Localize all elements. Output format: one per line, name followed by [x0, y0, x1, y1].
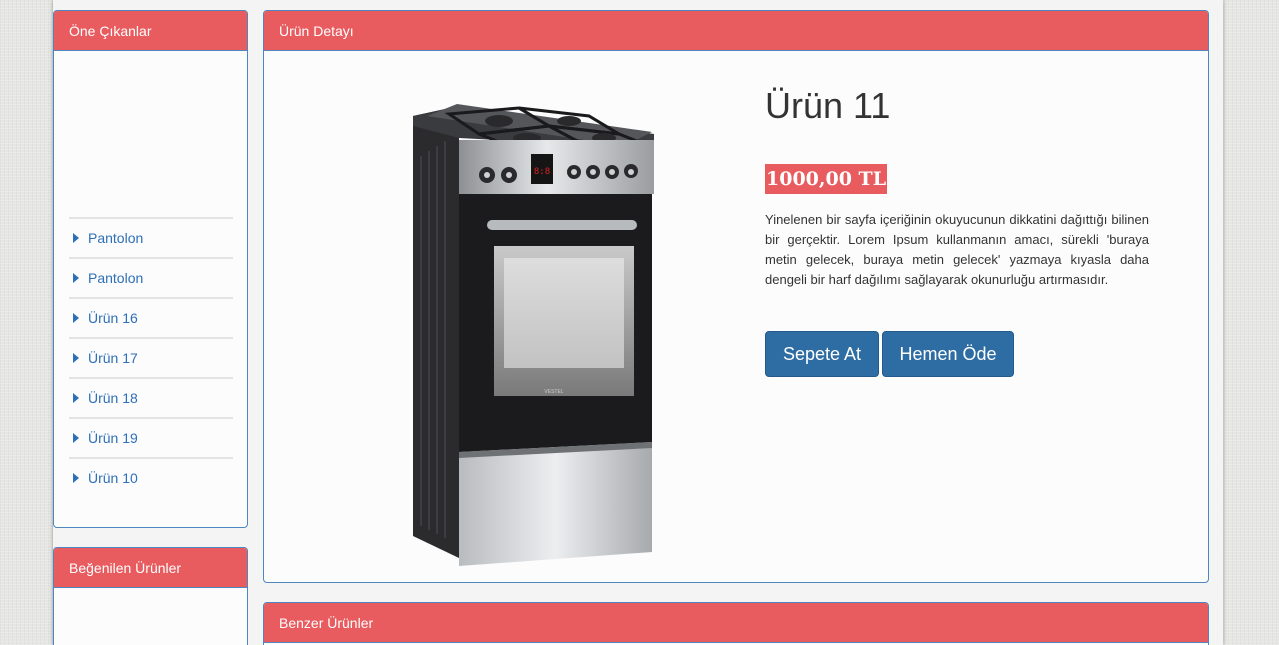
featured-item[interactable]: Ürün 16: [69, 297, 233, 337]
featured-item[interactable]: Pantolon: [69, 257, 233, 297]
featured-item[interactable]: Ürün 19: [69, 417, 233, 457]
buy-now-button[interactable]: Hemen Öde: [882, 331, 1014, 377]
featured-panel-title: Öne Çıkanlar: [54, 11, 247, 51]
caret-right-icon: [73, 353, 79, 363]
featured-item-link[interactable]: Ürün 10: [88, 470, 138, 486]
featured-panel: Öne Çıkanlar Pantolon Pantolon Ürün 16 Ü…: [53, 10, 248, 528]
product-description: Yinelenen bir sayfa içeriğinin okuyucunu…: [765, 212, 1149, 287]
featured-item-link[interactable]: Ürün 16: [88, 310, 138, 326]
similar-products-panel: Benzer Ürünler: [263, 602, 1209, 645]
caret-right-icon: [73, 273, 79, 283]
brand-logo: VESTEL: [544, 389, 563, 395]
featured-item-link[interactable]: Pantolon: [88, 230, 143, 246]
caret-right-icon: [73, 233, 79, 243]
similar-products-title: Benzer Ürünler: [264, 603, 1208, 643]
featured-item[interactable]: Ürün 10: [69, 457, 233, 497]
liked-panel-title: Beğenilen Ürünler: [54, 548, 247, 588]
featured-item[interactable]: Ürün 18: [69, 377, 233, 417]
featured-item-link[interactable]: Ürün 17: [88, 350, 138, 366]
product-detail-panel: Ürün Detayı 8:8 VESTEL Ürün 11 1000,00 T…: [263, 10, 1209, 583]
caret-right-icon: [73, 473, 79, 483]
featured-item-link[interactable]: Ürün 19: [88, 430, 138, 446]
add-to-cart-button[interactable]: Sepete At: [765, 331, 879, 377]
caret-right-icon: [73, 433, 79, 443]
display-readout: 8:8: [534, 167, 550, 177]
featured-item-link[interactable]: Ürün 18: [88, 390, 138, 406]
product-image: 8:8 VESTEL: [413, 104, 654, 566]
product-detail-title: Ürün Detayı: [264, 11, 1208, 51]
featured-item-link[interactable]: Pantolon: [88, 270, 143, 286]
product-price: 1000,00 TL: [765, 164, 888, 194]
caret-right-icon: [73, 313, 79, 323]
liked-panel: Beğenilen Ürünler: [53, 547, 248, 645]
featured-item[interactable]: Pantolon: [69, 217, 233, 257]
featured-item[interactable]: Ürün 17: [69, 337, 233, 377]
featured-list: Pantolon Pantolon Ürün 16 Ürün 17 Ürün 1…: [69, 217, 233, 497]
caret-right-icon: [73, 393, 79, 403]
product-title: Ürün 11: [765, 85, 891, 126]
